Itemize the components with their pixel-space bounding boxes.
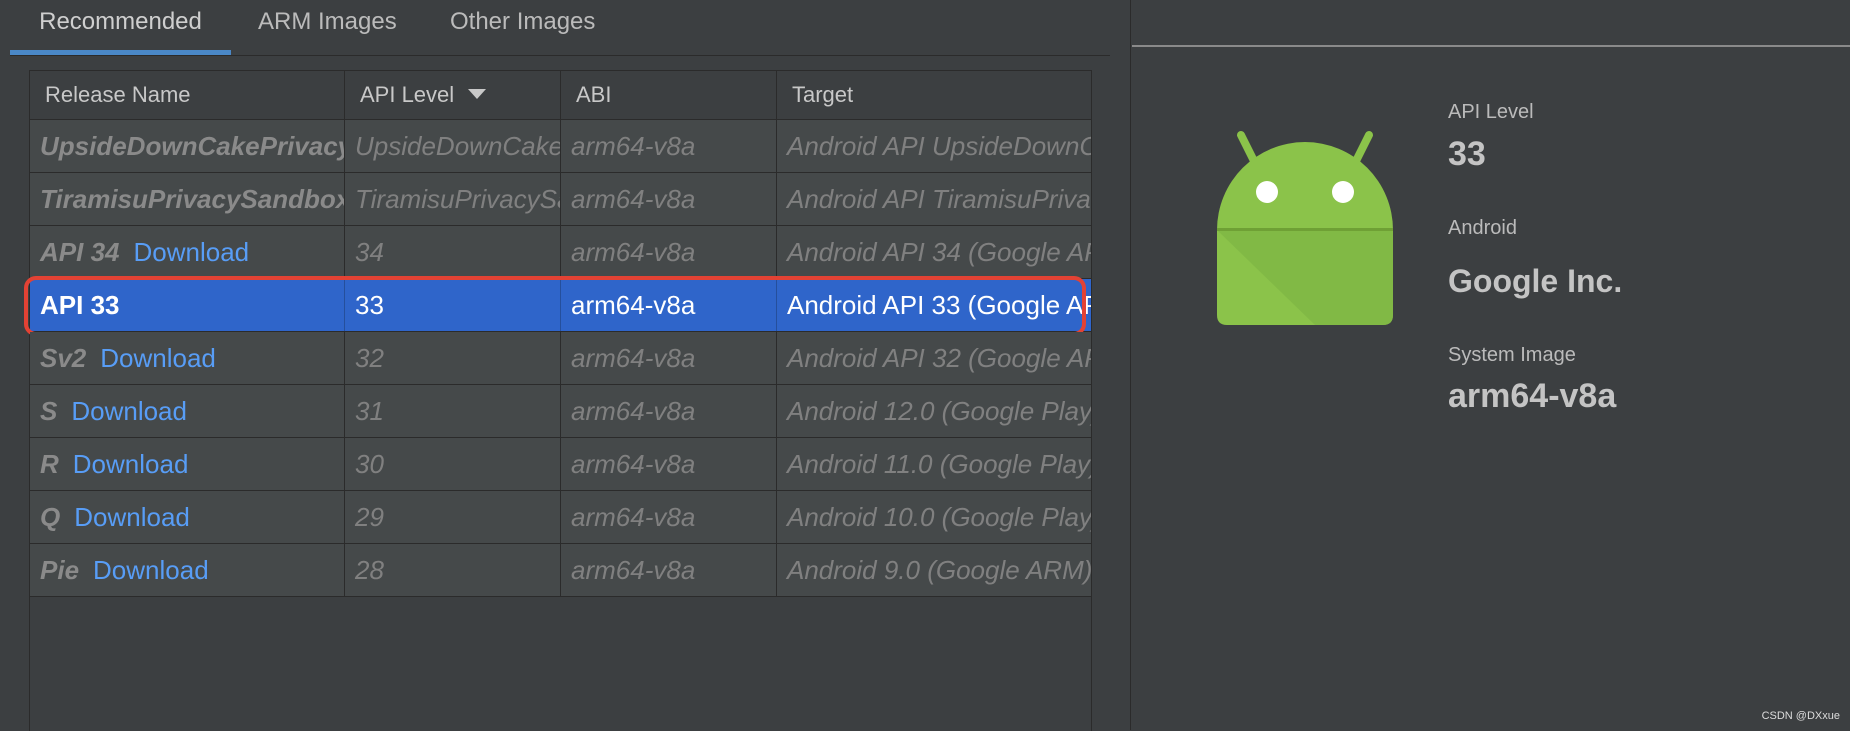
- download-link[interactable]: Download: [71, 396, 187, 426]
- abi-cell: arm64-v8a: [561, 544, 777, 596]
- abi-cell: arm64-v8a: [561, 385, 777, 437]
- table-row[interactable]: Pie Download 28 arm64-v8a Android 9.0 (Go…: [30, 544, 1091, 597]
- vendor-value: Google Inc.: [1448, 263, 1623, 299]
- column-header-release-name[interactable]: Release Name: [30, 71, 345, 119]
- vendor-label: Android: [1448, 217, 1517, 239]
- api-level-cell: 29: [345, 491, 561, 543]
- api-level-cell: 33: [345, 279, 561, 331]
- tab-other-images[interactable]: Other Images: [450, 0, 595, 55]
- tab-recommended[interactable]: Recommended: [10, 0, 231, 55]
- image-category-tabs: Recommended ARM Images Other Images: [10, 0, 1110, 56]
- release-name-cell: API 34 Download: [30, 226, 345, 278]
- abi-cell: arm64-v8a: [561, 279, 777, 331]
- download-link[interactable]: Download: [93, 555, 209, 585]
- column-header-target[interactable]: Target: [777, 71, 1091, 119]
- tab-arm-images[interactable]: ARM Images: [258, 0, 397, 55]
- release-name: API 34: [40, 237, 120, 267]
- table-row[interactable]: Q Download 29 arm64-v8a Android 10.0 (Goo…: [30, 491, 1091, 544]
- target-cell: Android API 33 (Google APIs): [787, 290, 1091, 320]
- abi-cell: arm64-v8a: [561, 438, 777, 490]
- column-header-api-level[interactable]: API Level: [345, 71, 561, 119]
- release-name-cell: UpsideDownCakePrivacySandbox: [30, 120, 345, 172]
- release-name-cell: API 33: [30, 279, 345, 331]
- column-header-label: Release Name: [45, 82, 191, 107]
- table-row[interactable]: UpsideDownCakePrivacySandbox UpsideDownC…: [30, 120, 1091, 173]
- download-link[interactable]: Download: [73, 449, 189, 479]
- release-name-cell: Sv2 Download: [30, 332, 345, 384]
- download-link[interactable]: Download: [134, 237, 250, 267]
- release-name-cell: Q Download: [30, 491, 345, 543]
- watermark: CSDN @DXxue: [1761, 710, 1840, 722]
- column-header-label: API Level: [360, 82, 455, 107]
- release-name-cell: S Download: [30, 385, 345, 437]
- download-link[interactable]: Download: [100, 343, 216, 373]
- release-name: UpsideDownCakePrivacySandbox: [40, 131, 345, 161]
- api-level-cell: 30: [345, 438, 561, 490]
- api-level-cell: UpsideDownCakePrivacySandbox: [345, 120, 561, 172]
- target-cell: Android API 32 (Google APIs): [787, 343, 1091, 373]
- table-row[interactable]: R Download 30 arm64-v8a Android 11.0 (Goo…: [30, 438, 1091, 491]
- table-row[interactable]: S Download 31 arm64-v8a Android 12.0 (Goo…: [30, 385, 1091, 438]
- api-level-label: API Level: [1448, 101, 1534, 123]
- column-header-label: ABI: [576, 82, 612, 107]
- api-level-cell: TiramisuPrivacySandbox: [345, 173, 561, 225]
- target-cell: Android 10.0 (Google Play): [787, 502, 1091, 532]
- target-cell: Android API TiramisuPrivacySandbox: [787, 184, 1091, 214]
- panel-divider[interactable]: [1130, 0, 1131, 730]
- release-name: R: [40, 449, 59, 479]
- release-name: API 33: [40, 290, 120, 320]
- target-cell: Android API UpsideDownCakePrivacySandbox: [787, 131, 1091, 161]
- abi-cell: arm64-v8a: [561, 491, 777, 543]
- api-level-cell: 31: [345, 385, 561, 437]
- details-separator: [1132, 45, 1850, 47]
- sort-descending-icon: [468, 89, 487, 100]
- release-name-cell: Pie Download: [30, 544, 345, 596]
- abi-cell: arm64-v8a: [561, 173, 777, 225]
- release-name-cell: TiramisuPrivacySandbox: [30, 173, 345, 225]
- api-level-cell: 32: [345, 332, 561, 384]
- target-cell: Android 12.0 (Google Play): [787, 396, 1091, 426]
- release-name: S: [40, 396, 58, 426]
- api-level-cell: 34: [345, 226, 561, 278]
- android-robot-icon: [1217, 131, 1393, 325]
- column-header-label: Target: [792, 82, 854, 107]
- release-name: TiramisuPrivacySandbox: [40, 184, 345, 214]
- api-level-cell: 28: [345, 544, 561, 596]
- table-row[interactable]: Sv2 Download 32 arm64-v8a Android API 32 …: [30, 332, 1091, 385]
- table-row[interactable]: API 34 Download 34 arm64-v8a Android API …: [30, 226, 1091, 279]
- system-image-value: arm64-v8a: [1448, 377, 1617, 415]
- download-link[interactable]: Download: [74, 502, 190, 532]
- system-image-table: Release Name API Level ABI Target Upside…: [24, 70, 1092, 731]
- table-row-selected[interactable]: API 33 33 arm64-v8a Android API 33 (Goog…: [24, 276, 1091, 336]
- system-image-label: System Image: [1448, 344, 1576, 366]
- release-name: Sv2: [40, 343, 87, 373]
- table-header: Release Name API Level ABI Target: [30, 71, 1091, 120]
- api-level-value: 33: [1448, 135, 1486, 173]
- target-cell: Android 9.0 (Google ARM): [787, 555, 1091, 585]
- abi-cell: arm64-v8a: [561, 332, 777, 384]
- table-row[interactable]: TiramisuPrivacySandbox TiramisuPrivacyS a…: [30, 173, 1091, 226]
- release-name: Pie: [40, 555, 80, 585]
- release-name: Q: [40, 502, 61, 532]
- release-name-cell: R Download: [30, 438, 345, 490]
- abi-cell: arm64-v8a: [561, 226, 777, 278]
- target-cell: Android API 34 (Google APIs): [787, 237, 1091, 267]
- target-cell: Android 11.0 (Google Play): [787, 449, 1091, 479]
- column-header-abi[interactable]: ABI: [561, 71, 777, 119]
- abi-cell: arm64-v8a: [561, 120, 777, 172]
